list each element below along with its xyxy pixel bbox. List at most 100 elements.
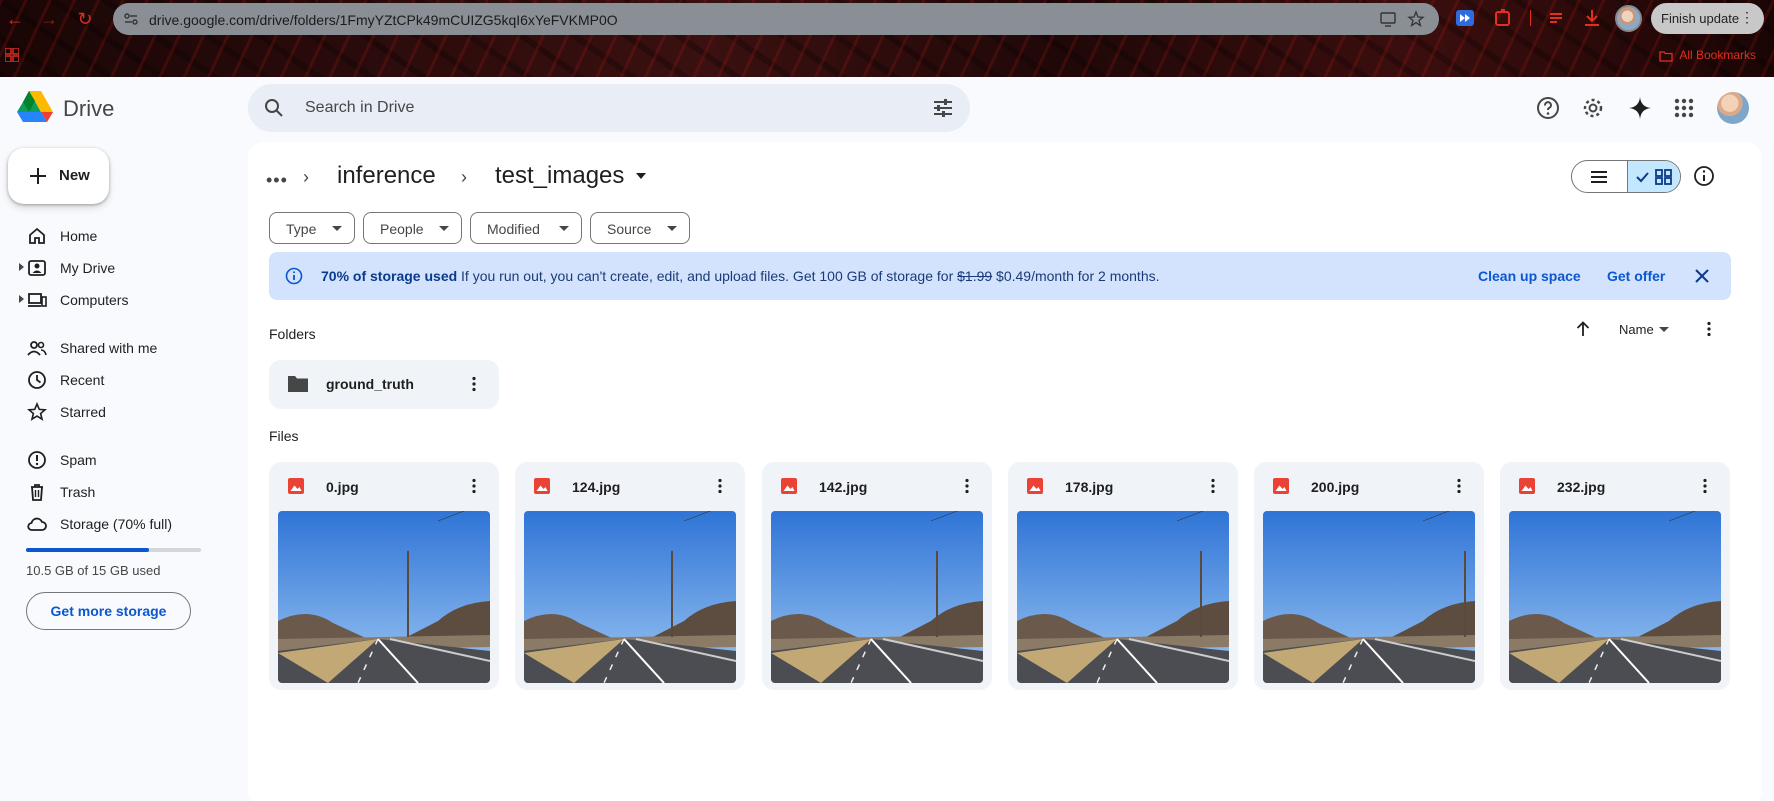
finish-update-button[interactable]: Finish update ⋮ <box>1651 3 1764 34</box>
folder-card[interactable]: ground_truth <box>269 360 499 409</box>
image-thumbnail-art <box>1263 511 1475 683</box>
sidebar-item-trash[interactable]: Trash <box>18 476 238 508</box>
image-thumbnail-art <box>1509 511 1721 683</box>
file-thumbnail[interactable] <box>1017 511 1229 683</box>
address-bar[interactable]: drive.google.com/drive/folders/1FmyYZtCP… <box>113 3 1439 35</box>
reading-list-icon[interactable] <box>1547 8 1567 28</box>
scrollbar-track[interactable] <box>1766 77 1774 801</box>
image-file-icon <box>1027 478 1043 494</box>
account-avatar[interactable] <box>1717 92 1749 124</box>
sidebar-item-home[interactable]: Home <box>18 220 238 252</box>
more-vert-icon[interactable] <box>1700 320 1718 338</box>
file-thumbnail[interactable] <box>771 511 983 683</box>
clean-up-space-button[interactable]: Clean up space <box>1478 268 1581 284</box>
file-card[interactable]: 200.jpg <box>1254 462 1484 690</box>
sidebar-item-label: Recent <box>60 372 105 388</box>
file-name: 178.jpg <box>1065 479 1114 495</box>
folder-icon <box>288 376 308 392</box>
breadcrumb-overflow-icon[interactable]: ••• <box>266 170 288 191</box>
info-icon[interactable] <box>1693 165 1715 187</box>
site-info-icon[interactable] <box>123 11 139 27</box>
apps-icon[interactable] <box>5 48 19 62</box>
sidebar-item-shared-with-me[interactable]: Shared with me <box>18 332 238 364</box>
sidebar-item-label: My Drive <box>60 260 116 276</box>
file-card[interactable]: 232.jpg <box>1500 462 1730 690</box>
get-more-storage-button[interactable]: Get more storage <box>26 592 191 630</box>
search-bar[interactable]: Search in Drive <box>248 84 970 132</box>
file-card[interactable]: 178.jpg <box>1008 462 1238 690</box>
more-vert-icon[interactable] <box>465 477 483 495</box>
google-apps-icon[interactable] <box>1672 96 1696 120</box>
sort-caret-icon[interactable] <box>1659 327 1669 332</box>
sidebar-item-label: Spam <box>60 452 97 468</box>
sidebar-item-label: Storage (70% full) <box>60 516 173 532</box>
breadcrumb-current[interactable]: test_images <box>495 162 624 190</box>
folder-menu-dropdown-icon[interactable] <box>635 171 647 181</box>
sidebar-item-storage[interactable]: Storage (70% full) <box>18 508 238 540</box>
sidebar-item-spam[interactable]: Spam <box>18 444 238 476</box>
drive-logo-icon[interactable] <box>17 90 53 122</box>
filter-modified[interactable]: Modified <box>470 212 582 244</box>
view-toggle[interactable] <box>1571 160 1681 193</box>
file-card[interactable]: 142.jpg <box>762 462 992 690</box>
forward-icon[interactable]: → <box>38 8 60 30</box>
sort-direction-icon[interactable] <box>1574 320 1592 338</box>
sidebar-item-starred[interactable]: Starred <box>18 396 238 428</box>
all-bookmarks[interactable]: All Bookmarks <box>1659 48 1756 62</box>
download-icon[interactable] <box>1582 8 1602 28</box>
new-button-label: New <box>59 167 90 184</box>
file-card[interactable]: 124.jpg <box>515 462 745 690</box>
more-vert-icon[interactable] <box>1450 477 1468 495</box>
image-thumbnail-art <box>524 511 736 683</box>
file-thumbnail[interactable] <box>278 511 490 683</box>
more-vert-icon[interactable] <box>958 477 976 495</box>
file-card[interactable]: 0.jpg <box>269 462 499 690</box>
install-app-icon[interactable] <box>1379 10 1397 28</box>
filter-type[interactable]: Type <box>269 212 355 244</box>
sort-by-name[interactable]: Name <box>1619 322 1654 337</box>
banner-message: 70% of storage used If you run out, you … <box>321 268 1160 284</box>
more-vert-icon[interactable] <box>711 477 729 495</box>
expand-caret-icon[interactable] <box>18 294 26 304</box>
file-thumbnail[interactable] <box>1263 511 1475 683</box>
grid-view-button[interactable] <box>1627 161 1680 192</box>
list-view-button[interactable] <box>1572 161 1627 192</box>
filter-source[interactable]: Source <box>590 212 690 244</box>
breadcrumb-parent[interactable]: inference <box>337 162 436 190</box>
image-file-icon <box>288 478 304 494</box>
info-icon <box>285 267 303 285</box>
new-button[interactable]: New <box>8 148 109 204</box>
sidebar-item-recent[interactable]: Recent <box>18 364 238 396</box>
settings-gear-icon[interactable] <box>1581 96 1605 120</box>
bookmark-star-icon[interactable] <box>1407 10 1425 28</box>
breadcrumb-chevron-icon: › <box>303 167 309 187</box>
more-vert-icon[interactable] <box>1204 477 1222 495</box>
reload-icon[interactable]: ↻ <box>74 8 96 30</box>
sidebar-item-computers[interactable]: Computers <box>18 284 238 316</box>
filter-label: Source <box>607 221 652 237</box>
search-options-icon[interactable] <box>932 97 954 119</box>
get-offer-button[interactable]: Get offer <box>1607 268 1665 284</box>
app-brand[interactable]: Drive <box>63 96 114 122</box>
more-vert-icon[interactable] <box>1696 477 1714 495</box>
image-file-icon <box>781 478 797 494</box>
profile-avatar[interactable] <box>1615 5 1642 32</box>
help-icon[interactable] <box>1536 96 1560 120</box>
image-file-icon <box>534 478 550 494</box>
clock-icon <box>28 371 46 389</box>
extension-puzzle-icon[interactable] <box>1493 8 1513 28</box>
back-icon[interactable]: ← <box>4 8 26 30</box>
more-vert-icon[interactable] <box>465 375 483 393</box>
sidebar-item-my-drive[interactable]: My Drive <box>18 252 238 284</box>
search-icon[interactable] <box>264 98 284 118</box>
extension-media-icon[interactable] <box>1455 8 1475 28</box>
expand-caret-icon[interactable] <box>18 262 26 272</box>
filter-people[interactable]: People <box>363 212 462 244</box>
search-input[interactable]: Search in Drive <box>305 99 414 117</box>
close-icon[interactable] <box>1693 267 1711 285</box>
plus-icon <box>30 168 46 184</box>
breadcrumb-chevron-icon: › <box>461 167 467 187</box>
gemini-sparkle-icon[interactable] <box>1628 96 1652 120</box>
file-thumbnail[interactable] <box>524 511 736 683</box>
file-thumbnail[interactable] <box>1509 511 1721 683</box>
